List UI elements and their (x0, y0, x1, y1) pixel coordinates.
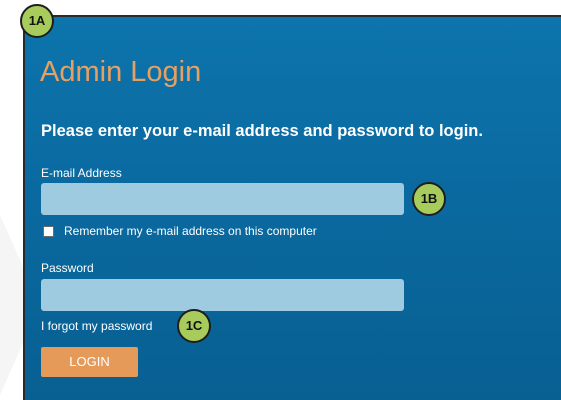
login-instructions: Please enter your e-mail address and pas… (41, 122, 483, 140)
password-label: Password (41, 261, 94, 275)
email-label: E-mail Address (41, 166, 122, 180)
forgot-password-link[interactable]: I forgot my password (41, 319, 152, 333)
callout-badge-email: 1B (412, 182, 446, 216)
screenshot-stage: Admin Login Please enter your e-mail add… (0, 0, 561, 400)
callout-badge-panel: 1A (20, 4, 54, 38)
email-input[interactable] (41, 183, 404, 215)
remember-email-checkbox[interactable] (43, 225, 54, 237)
remember-email-row[interactable]: Remember my e-mail address on this compu… (43, 224, 317, 238)
login-button[interactable]: LOGIN (41, 347, 138, 377)
page-title: Admin Login (40, 56, 202, 88)
remember-email-label: Remember my e-mail address on this compu… (64, 224, 317, 238)
callout-badge-forgot: 1C (177, 309, 211, 343)
password-input[interactable] (41, 279, 404, 311)
admin-login-panel: Admin Login Please enter your e-mail add… (23, 15, 561, 400)
